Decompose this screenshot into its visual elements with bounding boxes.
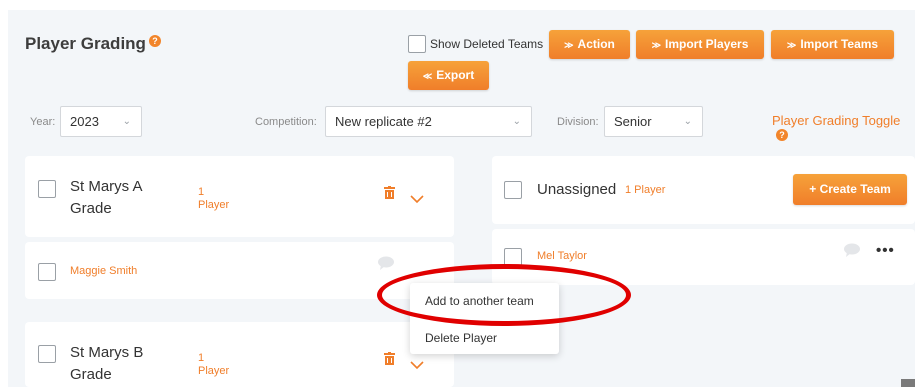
team-name: St Marys B Grade xyxy=(70,344,144,383)
double-chevron-down-icon: ≫ xyxy=(564,40,574,50)
team-player-count: 1 Player xyxy=(198,186,230,211)
team-checkbox[interactable] xyxy=(38,180,56,198)
double-chevron-down-icon: ≫ xyxy=(651,40,662,50)
action-button[interactable]: ≫ Action xyxy=(549,30,630,59)
team-card: St Marys A Grade 1 Player xyxy=(25,156,454,237)
double-chevron-down-icon: ≫ xyxy=(786,40,797,50)
unassigned-card: Unassigned 1 Player + Create Team xyxy=(492,156,915,224)
export-button[interactable]: ≪ Export xyxy=(408,61,489,90)
show-deleted-toggle[interactable]: Show Deleted Teams xyxy=(408,35,543,53)
window-corner xyxy=(901,379,915,387)
page-title: Player Grading? xyxy=(25,34,161,54)
trash-icon[interactable] xyxy=(384,352,395,365)
create-team-button[interactable]: + Create Team xyxy=(793,174,907,205)
help-icon[interactable]: ? xyxy=(148,35,161,47)
unassigned-title: Unassigned xyxy=(537,181,617,198)
chevron-down-icon: ⌄ xyxy=(683,116,692,127)
chevron-down-icon: ⌄ xyxy=(122,116,131,127)
add-to-another-team-option[interactable]: Add to another team xyxy=(425,294,534,308)
unassigned-checkbox[interactable] xyxy=(504,181,522,199)
team-name: St Marys A Grade xyxy=(70,178,143,217)
more-options-icon[interactable]: ••• xyxy=(876,242,895,259)
competition-label: Competition: xyxy=(255,116,317,128)
double-chevron-up-icon: ≪ xyxy=(422,71,433,81)
year-label: Year: xyxy=(30,116,56,128)
player-grading-toggle[interactable]: Player Grading Toggle? xyxy=(772,113,915,143)
chevron-down-icon: ⌄ xyxy=(512,116,521,127)
player-checkbox[interactable] xyxy=(504,248,522,266)
competition-select[interactable]: New replicate #2 ⌄ xyxy=(325,106,532,137)
player-checkbox[interactable] xyxy=(38,263,56,281)
import-players-button[interactable]: ≫ Import Players xyxy=(636,30,764,59)
team-card: St Marys B Grade 1 Player xyxy=(25,322,454,387)
help-icon[interactable]: ? xyxy=(776,129,788,141)
comment-icon[interactable] xyxy=(843,243,861,257)
delete-player-option[interactable]: Delete Player xyxy=(425,331,497,345)
show-deleted-label: Show Deleted Teams xyxy=(430,37,544,51)
unassigned-count: 1 Player xyxy=(625,184,666,196)
player-name[interactable]: Maggie Smith xyxy=(70,265,137,277)
division-label: Division: xyxy=(557,116,599,128)
show-deleted-checkbox[interactable] xyxy=(408,35,426,53)
team-player-row: Maggie Smith xyxy=(25,242,454,299)
comment-icon[interactable] xyxy=(377,256,395,270)
import-teams-button[interactable]: ≫ Import Teams xyxy=(771,30,894,59)
team-player-count: 1 Player xyxy=(198,352,230,377)
player-context-menu: Add to another team Delete Player xyxy=(410,283,559,354)
unassigned-player-row: Mel Taylor ••• xyxy=(492,229,915,285)
chevron-down-icon[interactable] xyxy=(410,194,424,204)
team-checkbox[interactable] xyxy=(38,345,56,363)
year-select[interactable]: 2023 ⌄ xyxy=(60,106,142,137)
division-select[interactable]: Senior ⌄ xyxy=(604,106,703,137)
chevron-down-icon[interactable] xyxy=(410,360,424,370)
trash-icon[interactable] xyxy=(384,186,395,199)
player-name[interactable]: Mel Taylor xyxy=(537,250,587,262)
